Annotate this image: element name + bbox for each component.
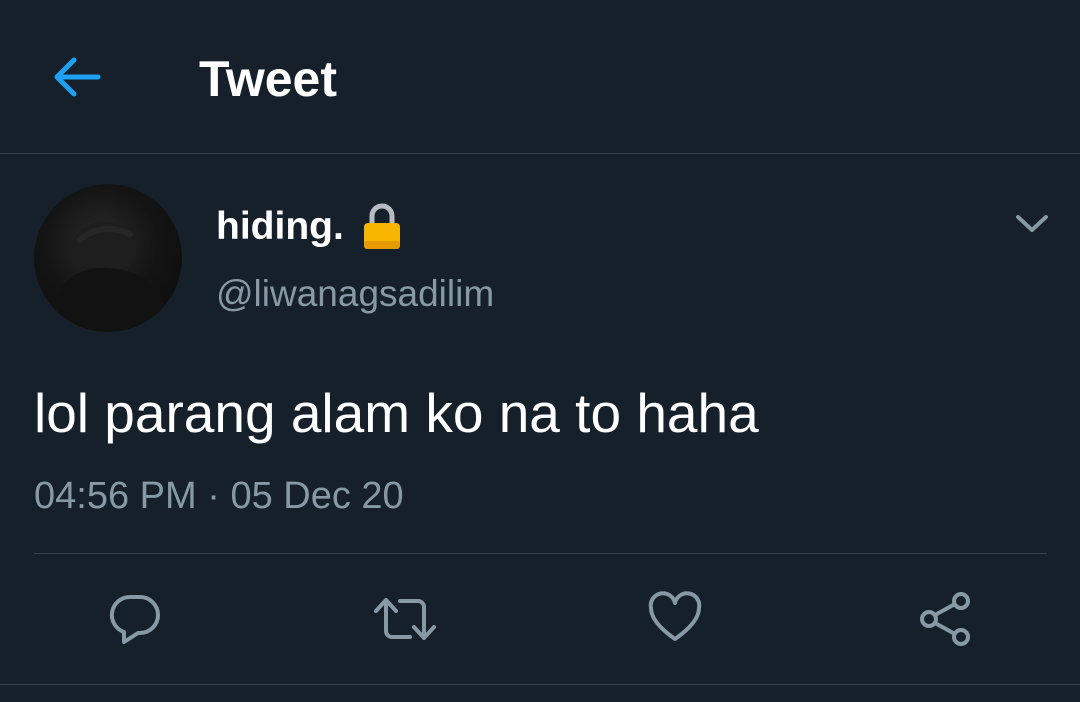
avatar[interactable] (34, 184, 182, 332)
arrow-left-icon (54, 57, 101, 97)
avatar-image (44, 222, 174, 332)
lock-icon (362, 203, 402, 251)
display-name: hiding. (216, 205, 344, 248)
reply-icon (109, 594, 160, 644)
reply-button[interactable] (100, 584, 170, 654)
tweet-screen: Tweet hiding. @liwanagsadilim lol parang… (0, 0, 1080, 702)
chevron-down-icon (1016, 215, 1048, 232)
page-title: Tweet (199, 51, 337, 107)
retweet-icon (374, 598, 436, 640)
back-button[interactable] (46, 46, 108, 108)
tweet-action-bar (0, 554, 1080, 684)
share-icon (920, 592, 970, 646)
timestamp-separator: · (207, 475, 220, 517)
author-name-row[interactable]: hiding. (216, 200, 402, 254)
tweet-date: 05 Dec 20 (230, 475, 404, 517)
top-app-bar: Tweet (0, 0, 1080, 154)
bottom-divider (0, 684, 1080, 685)
like-button[interactable] (640, 584, 710, 654)
retweet-button[interactable] (370, 584, 440, 654)
share-button[interactable] (910, 584, 980, 654)
heart-icon (648, 591, 702, 641)
tweet-text: lol parang alam ko na to haha (34, 382, 759, 444)
username[interactable]: @liwanagsadilim (216, 270, 494, 318)
tweet-menu-button[interactable] (1010, 202, 1054, 246)
tweet-timestamp: 04:56 PM · 05 Dec 20 (34, 472, 404, 520)
tweet-time: 04:56 PM (34, 475, 197, 517)
